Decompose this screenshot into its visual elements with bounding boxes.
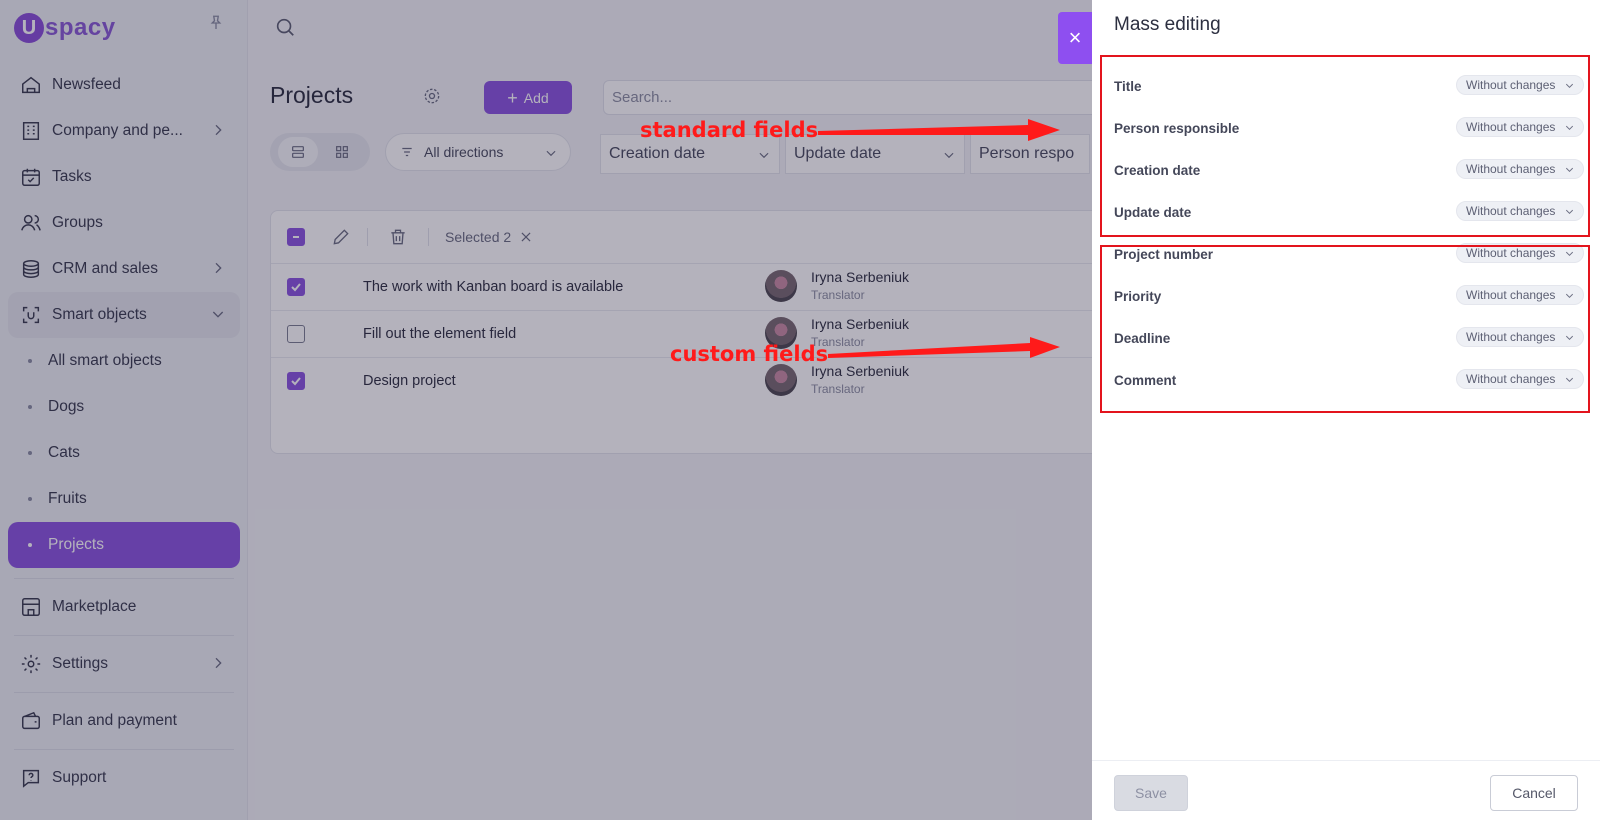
standard-fields-highlight	[1100, 55, 1590, 237]
mass-editing-panel: Mass editing Title Without changes Perso…	[1092, 0, 1600, 820]
custom-fields-highlight	[1100, 245, 1590, 413]
save-button[interactable]: Save	[1114, 775, 1188, 811]
annotation-custom-fields: custom fields	[670, 342, 829, 366]
annotation-standard-fields: standard fields	[640, 118, 819, 142]
cancel-button[interactable]: Cancel	[1490, 775, 1578, 811]
close-panel-button[interactable]: ×	[1058, 12, 1092, 64]
panel-title: Mass editing	[1114, 14, 1221, 35]
panel-footer: Save Cancel	[1092, 760, 1600, 820]
modal-overlay[interactable]	[0, 0, 1092, 820]
